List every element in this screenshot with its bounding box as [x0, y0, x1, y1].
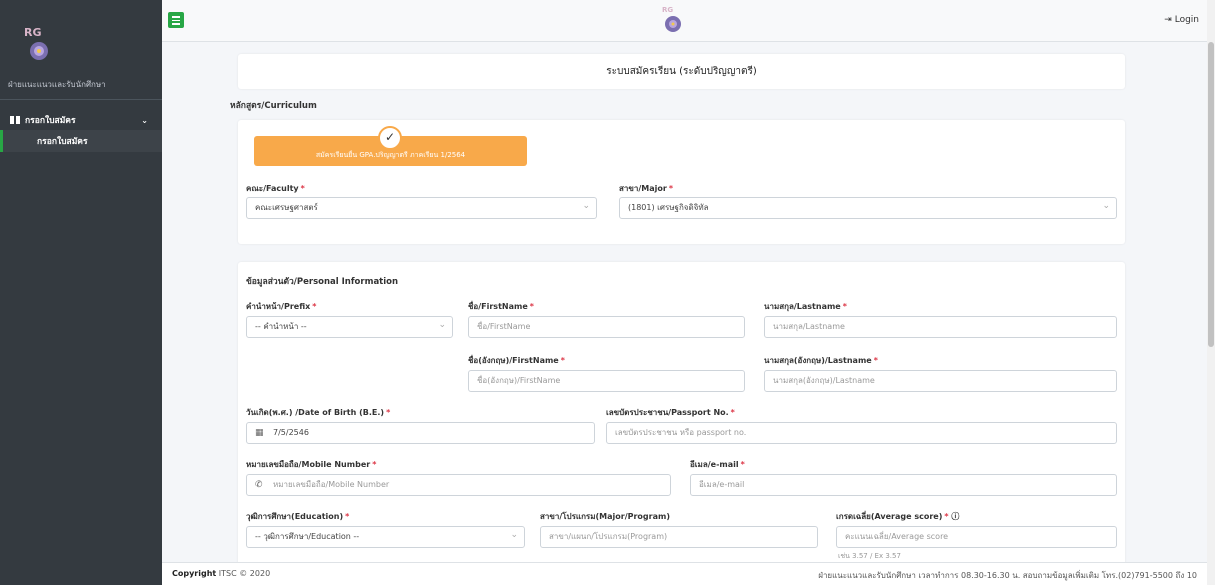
- major-label: สาขา/Major *: [619, 184, 673, 193]
- sidebar: RG ฝ่ายแนะแนวและรับนักศึกษา กรอกใบสมัคร …: [0, 0, 162, 585]
- mobile-placeholder: หมายเลขมือถือ/Mobile Number: [273, 480, 390, 489]
- scrollbar-thumb[interactable]: [1208, 42, 1214, 347]
- info-icon[interactable]: ⓘ: [951, 512, 959, 521]
- footer: Copyright ITSC © 2020 ฝ่ายแนะแนวและรับนั…: [162, 562, 1207, 585]
- firstname-label: ชื่อ/FirstName *: [468, 302, 534, 311]
- gpa-input[interactable]: คะแนนเฉลี่ย/Average score: [836, 526, 1117, 548]
- mobile-label: หมายเลขมือถือ/Mobile Number *: [246, 460, 377, 469]
- menu-line: [172, 23, 180, 25]
- main-content: ระบบสมัครเรียน (ระดับปริญญาตรี) หลักสูตร…: [162, 42, 1207, 562]
- phone-icon: ✆: [255, 480, 263, 490]
- grid-icon: [10, 116, 20, 124]
- gpa-label: เกรดเฉลี่ย(Average score) * ⓘ: [836, 512, 960, 521]
- dob-input[interactable]: ▦ 7/5/2546: [246, 422, 595, 444]
- header-logo-icon: RG: [662, 6, 681, 32]
- prefix-label: คำนำหน้า/Prefix *: [246, 302, 317, 311]
- chevron-down-icon: ⌄: [141, 115, 148, 125]
- program-label: สาขา/โปรแกรม(Major/Program): [540, 512, 670, 521]
- email-input[interactable]: อีเมล/e-mail: [690, 474, 1117, 496]
- contact-info: ฝ่ายแนะแนวและรับนักศึกษา เวลาทำการ 08.30…: [818, 571, 1197, 580]
- sidebar-nav: กรอกใบสมัคร ⌄ กรอกใบสมัคร: [0, 110, 162, 152]
- education-label: วุฒิการศึกษา(Education) *: [246, 512, 350, 521]
- lastname-en-label: นามสกุล(อังกฤษ)/Lastname *: [764, 356, 878, 365]
- personal-section-label: ข้อมูลส่วนตัว/Personal Information: [246, 277, 399, 287]
- sidebar-group-application[interactable]: กรอกใบสมัคร ⌄: [0, 110, 162, 130]
- faculty-select[interactable]: คณะเศรษฐศาสตร์: [246, 197, 597, 219]
- curriculum-card: สมัครเรียนยื่น GPA.ปริญญาตรี ภาคเรียน 1/…: [238, 120, 1125, 244]
- faculty-label: คณะ/Faculty *: [246, 184, 305, 193]
- firstname-en-input[interactable]: ชื่อ(อังกฤษ)/FirstName: [468, 370, 745, 392]
- page-title: ระบบสมัครเรียน (ระดับปริญญาตรี): [238, 54, 1125, 89]
- id-input[interactable]: เลขบัตรประชาชน หรือ passport no.: [606, 422, 1117, 444]
- svg-text:RG: RG: [662, 6, 673, 14]
- check-icon: ✓: [378, 126, 402, 150]
- hamburger-menu-button[interactable]: [168, 12, 184, 28]
- gpa-hint: เช่น 3.57 / Ex 3.57: [838, 552, 901, 560]
- login-label: Login: [1174, 15, 1199, 25]
- firstname-en-label: ชื่อ(อังกฤษ)/FirstName *: [468, 356, 565, 365]
- major-select[interactable]: (1801) เศรษฐกิจดิจิทัล: [619, 197, 1117, 219]
- sidebar-group-label: กรอกใบสมัคร: [25, 116, 76, 126]
- sidebar-brand[interactable]: RG ฝ่ายแนะแนวและรับนักศึกษา: [0, 0, 162, 100]
- mobile-input[interactable]: ✆ หมายเลขมือถือ/Mobile Number: [246, 474, 671, 496]
- dob-label: วันเกิด(พ.ศ.) /Date of Birth (B.E.) *: [246, 408, 391, 417]
- personal-info-card: ข้อมูลส่วนตัว/Personal Information คำนำห…: [238, 262, 1125, 562]
- lastname-en-input[interactable]: นามสกุล(อังกฤษ)/Lastname: [764, 370, 1117, 392]
- program-input[interactable]: สาขา/แผนก/โปรแกรม(Program): [540, 526, 818, 548]
- copyright: Copyright ITSC © 2020: [172, 569, 271, 578]
- firstname-input[interactable]: ชื่อ/FirstName: [468, 316, 745, 338]
- curriculum-section-label: หลักสูตร/Curriculum: [230, 101, 317, 111]
- login-link[interactable]: ⇥ Login: [1164, 15, 1199, 25]
- brand-text: ฝ่ายแนะแนวและรับนักศึกษา: [8, 80, 106, 89]
- svg-text:RG: RG: [24, 26, 42, 39]
- login-icon: ⇥: [1164, 15, 1172, 25]
- lastname-label: นามสกุล/Lastname *: [764, 302, 847, 311]
- id-label: เลขบัตรประชาชน/Passport No. *: [606, 408, 735, 417]
- menu-line: [172, 16, 180, 18]
- calendar-icon: ▦: [255, 428, 264, 438]
- education-select[interactable]: -- วุฒิการศึกษา/Education --: [246, 526, 525, 548]
- email-label: อีเมล/e-mail *: [690, 460, 745, 469]
- topbar: RG ⇥ Login: [162, 0, 1215, 42]
- sidebar-item-application-form[interactable]: กรอกใบสมัคร: [0, 130, 162, 152]
- university-logo-icon: RG: [24, 26, 48, 60]
- lastname-input[interactable]: นามสกุล/Lastname: [764, 316, 1117, 338]
- dob-value: 7/5/2546: [273, 428, 309, 437]
- prefix-select[interactable]: -- คำนำหน้า --: [246, 316, 453, 338]
- page-scrollbar[interactable]: [1207, 0, 1215, 585]
- menu-line: [172, 19, 180, 21]
